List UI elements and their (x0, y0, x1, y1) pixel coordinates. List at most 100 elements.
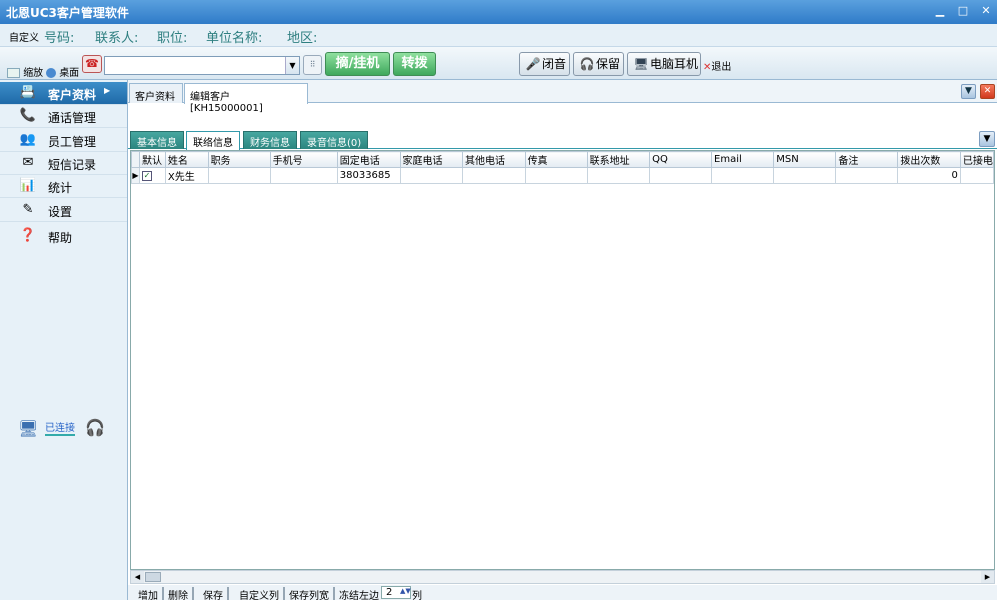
column-header[interactable]: 传真 (524, 151, 588, 168)
connection-status-label: 已连接 (45, 419, 75, 436)
title-cell[interactable] (207, 167, 271, 184)
column-header[interactable]: QQ (649, 151, 713, 168)
telephone-icon[interactable]: ☎ (82, 55, 102, 73)
mute-button[interactable]: 🎤 闭音 (519, 52, 570, 76)
customer-card-icon: 📇 (19, 85, 37, 100)
sidebar: 📇 客户资料 ▶ 📞 通话管理 👥 员工管理 ✉ 短信记录 📊 统计 ✎ 设置 … (0, 80, 128, 600)
minimize-toggle[interactable]: 缩放 (7, 64, 43, 79)
current-row-indicator-icon[interactable]: ▶ (131, 167, 140, 184)
sidebar-item-label: 短信记录 (48, 158, 97, 172)
staff-icon: 👥 (19, 132, 37, 147)
custom-info-button[interactable]: 自定义 (9, 29, 39, 44)
custom-columns-button[interactable]: 自定义列 (239, 587, 285, 600)
scrollbar-thumb[interactable] (145, 572, 161, 582)
email-cell[interactable] (711, 167, 775, 184)
fax-cell[interactable] (524, 167, 588, 184)
contact-label: 联系人: (95, 31, 139, 46)
computer-icon: 🖥 (633, 57, 649, 71)
sidebar-item-help[interactable]: ❓ 帮助 (0, 225, 127, 248)
column-header[interactable]: 默认 (138, 151, 166, 168)
dial-keypad-icon[interactable]: ⠿ (303, 55, 322, 75)
tab-finance-info[interactable]: 财务信息 (243, 131, 297, 149)
column-header[interactable]: 手机号 (269, 151, 338, 168)
column-header[interactable]: 固定电话 (336, 151, 401, 168)
tab-list-chevron-icon[interactable]: ▼ (961, 84, 976, 99)
sidebar-item-calls[interactable]: 📞 通话管理 (0, 105, 127, 128)
call-management-icon: 📞 (19, 108, 37, 123)
note-cell[interactable] (835, 167, 899, 184)
tab-customer-list[interactable]: 客户资料 (129, 83, 183, 103)
default-checkbox[interactable]: ✓ (141, 171, 152, 181)
freeze-columns-value: 2 (386, 587, 393, 598)
scroll-right-icon[interactable]: ▶ (981, 571, 994, 583)
scroll-left-icon[interactable]: ◀ (131, 571, 144, 583)
tab-edit-customer[interactable]: 编辑客户[KH15000001] (184, 83, 308, 114)
microphone-icon: 🎤 (525, 57, 541, 71)
address-cell[interactable] (586, 167, 651, 184)
mute-label: 闭音 (542, 57, 567, 71)
minimize-checkbox[interactable] (7, 68, 20, 78)
freeze-columns-stepper[interactable]: 2 ▲▼ (381, 586, 411, 599)
sidebar-item-sms[interactable]: ✉ 短信记录 (0, 152, 127, 175)
sidebar-item-statistics[interactable]: 📊 统计 (0, 175, 127, 198)
sidebar-item-customers[interactable]: 📇 客户资料 ▶ (0, 82, 127, 105)
column-header[interactable]: 拨出次数 (897, 151, 961, 168)
caller-info-bar: 自定义 号码: 联系人: 职位: 单位名称: 地区: (0, 24, 997, 47)
headphones-icon: 🎧 (579, 57, 595, 71)
tab-basic-info[interactable]: 基本信息 (130, 131, 184, 149)
column-header[interactable]: 其他电话 (462, 151, 526, 168)
headset-icon: 🎧 (85, 418, 105, 437)
horizontal-scrollbar[interactable]: ◀ ▶ (130, 570, 995, 584)
column-header[interactable]: 已接电 (959, 151, 994, 168)
default-cell[interactable]: ✓ (138, 167, 166, 184)
freeze-left-label: 冻结左边 (339, 591, 379, 600)
bar-chart-icon: 📊 (19, 178, 37, 193)
phone-number-combo[interactable]: ▼ (104, 56, 300, 75)
transfer-button[interactable]: 转拨 (393, 52, 436, 76)
hold-button[interactable]: 🎧 保留 (573, 52, 624, 76)
tab-recording-info[interactable]: 录音信息(0) (300, 131, 369, 149)
column-header[interactable]: 姓名 (164, 151, 209, 168)
maximize-button[interactable]: □ (955, 4, 971, 19)
envelope-icon: ✉ (22, 155, 34, 170)
landline-cell[interactable]: 38033685 (336, 167, 401, 184)
chevron-down-icon[interactable]: ▼ (979, 131, 995, 147)
name-cell[interactable]: X先生 (164, 167, 209, 184)
pickup-hangup-button[interactable]: 摘/挂机 (325, 52, 390, 76)
delete-button[interactable]: 删除 (168, 587, 194, 600)
exit-label: 退出 (711, 62, 732, 73)
qq-cell[interactable] (649, 167, 713, 184)
chevron-down-icon[interactable]: ▼ (285, 57, 299, 74)
answered-cell[interactable] (959, 167, 994, 184)
column-header[interactable]: 联系地址 (586, 151, 651, 168)
msn-cell[interactable] (773, 167, 837, 184)
other-phone-cell[interactable] (462, 167, 526, 184)
save-column-widths-button[interactable]: 保存列宽 (289, 587, 335, 600)
minimize-toggle-label: 缩放 (23, 68, 44, 79)
stepper-arrows-icon[interactable]: ▲▼ (400, 587, 411, 598)
window-title: 北恩UC3客户管理软件 (6, 6, 129, 20)
document-tabs: 客户资料 编辑客户[KH15000001] ▼ ✕ (128, 80, 997, 114)
save-button[interactable]: 保存 (203, 587, 229, 600)
sidebar-item-staff[interactable]: 👥 员工管理 (0, 129, 127, 152)
home-phone-cell[interactable] (399, 167, 464, 184)
minimize-button[interactable]: ▁ (932, 4, 948, 19)
column-header[interactable]: MSN (773, 151, 837, 168)
table-row[interactable]: ▶ ✓ X先生 38033685 0 (131, 167, 994, 184)
column-header[interactable]: 家庭电话 (399, 151, 464, 168)
close-window-button[interactable]: ✕ (978, 4, 994, 19)
column-header[interactable]: 备注 (835, 151, 899, 168)
sidebar-item-settings[interactable]: ✎ 设置 (0, 199, 127, 222)
column-header[interactable]: Email (711, 151, 775, 168)
exit-button[interactable]: ✕退出 (703, 58, 731, 73)
desktop-toggle[interactable]: 桌面 (46, 64, 79, 79)
column-header[interactable]: 职务 (207, 151, 271, 168)
mobile-cell[interactable] (269, 167, 338, 184)
sidebar-item-label: 通话管理 (48, 111, 97, 125)
settings-icon: ✎ (22, 202, 34, 217)
tab-contact-info[interactable]: 联络信息 (186, 131, 240, 150)
pc-headset-button[interactable]: 🖥电脑耳机 (627, 52, 701, 76)
add-button[interactable]: 增加 (138, 587, 164, 600)
outbound-count-cell[interactable]: 0 (897, 167, 961, 184)
close-tab-icon[interactable]: ✕ (980, 84, 995, 99)
